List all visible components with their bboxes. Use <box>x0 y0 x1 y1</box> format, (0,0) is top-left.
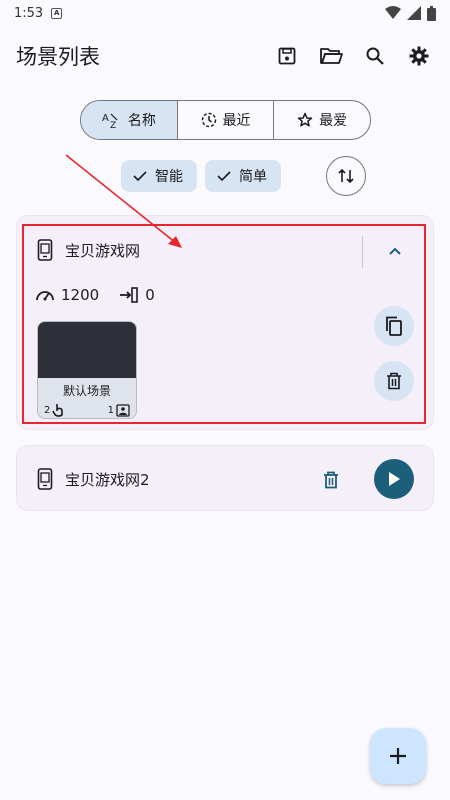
play-icon <box>389 472 400 486</box>
sort-direction-button[interactable] <box>326 156 366 196</box>
scene-group-card-2[interactable]: 宝贝游戏网2 <box>16 445 434 511</box>
gear-icon <box>409 46 429 66</box>
svg-text:Z: Z <box>110 121 116 129</box>
svg-text:A: A <box>102 113 109 124</box>
filter-chip-smart-label: 智能 <box>155 169 183 185</box>
clock-icon <box>201 112 216 128</box>
filter-chip-simple-label: 简单 <box>239 169 267 185</box>
cell-signal-icon <box>407 6 421 20</box>
search-button[interactable] <box>360 41 390 71</box>
save-icon <box>278 47 296 65</box>
filter-chip-smart[interactable]: 智能 <box>121 160 197 192</box>
phone-icon <box>37 468 53 490</box>
open-folder-button[interactable] <box>316 41 346 71</box>
folder-open-icon <box>320 48 343 64</box>
play-button[interactable] <box>374 459 414 499</box>
tab-name[interactable]: AZ 名称 <box>81 101 178 139</box>
swap-vertical-icon <box>338 168 354 184</box>
status-bar: 1:53 A <box>0 0 450 26</box>
tab-favorite-label: 最爱 <box>319 113 348 129</box>
tab-recent[interactable]: 最近 <box>178 101 275 139</box>
app-bar-actions <box>272 41 434 71</box>
star-icon <box>297 112 313 127</box>
check-sort-az-icon: AZ <box>102 113 118 129</box>
battery-icon <box>427 5 436 21</box>
annotation-highlight-box <box>22 224 426 424</box>
delete-button[interactable] <box>319 468 343 492</box>
trash-icon <box>324 471 338 489</box>
tab-name-label: 名称 <box>127 113 156 129</box>
app-bar: 场景列表 <box>0 36 450 76</box>
tab-recent-label: 最近 <box>222 113 251 129</box>
add-scene-fab[interactable] <box>370 728 426 784</box>
status-right <box>385 5 436 21</box>
notification-icon: A <box>51 7 63 19</box>
status-time: 1:53 <box>14 5 44 21</box>
card-title: 宝贝游戏网2 <box>65 470 150 489</box>
filter-chip-simple[interactable]: 简单 <box>205 160 281 192</box>
plus-icon <box>390 748 406 764</box>
search-icon <box>366 47 384 65</box>
settings-button[interactable] <box>404 41 434 71</box>
card-header: 宝贝游戏网2 <box>37 468 150 490</box>
page-title: 场景列表 <box>16 45 100 69</box>
check-icon <box>133 171 147 182</box>
check-icon <box>217 171 231 182</box>
wifi-icon <box>385 6 401 19</box>
save-button[interactable] <box>272 41 302 71</box>
sort-segmented-control: AZ 名称 最近 最爱 <box>80 100 371 140</box>
tab-favorite[interactable]: 最爱 <box>274 101 370 139</box>
